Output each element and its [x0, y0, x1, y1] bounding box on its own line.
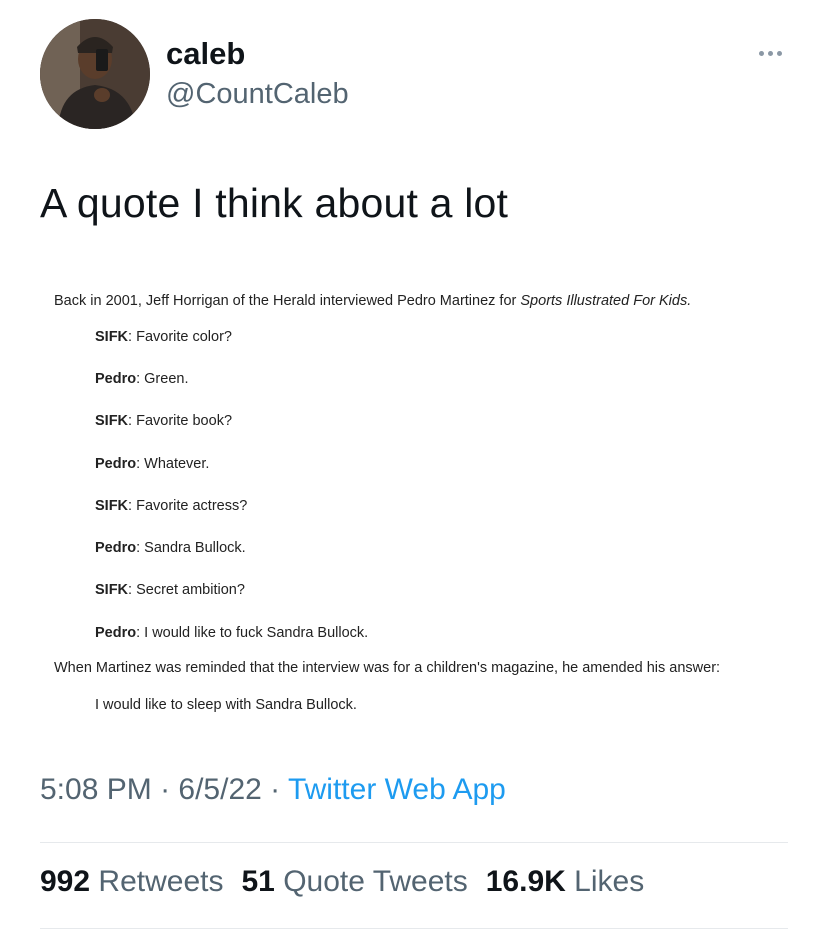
quote-amended: I would like to sleep with Sandra Bulloc…	[95, 697, 357, 713]
tweet-meta: 5:08 PM · 6/5/22 · Twitter Web App	[40, 773, 506, 807]
qa-text: : Favorite actress?	[128, 498, 248, 514]
qa-speaker: SIFK	[95, 582, 129, 598]
author-name[interactable]: caleb	[166, 36, 245, 72]
dot	[758, 50, 764, 56]
likes-count: 16.9K	[485, 865, 566, 898]
dot	[776, 50, 782, 56]
qa-speaker: Pedro	[95, 625, 137, 641]
qa-line: Pedro: Green.	[95, 371, 188, 387]
likes-label: Likes	[574, 865, 645, 898]
qa-line: SIFK: Favorite book?	[95, 413, 232, 429]
dot	[767, 50, 773, 56]
tweet-stats: 992 Retweets 51 Quote Tweets 16.9K Likes	[40, 865, 644, 899]
qa-line: SIFK: Favorite actress?	[95, 498, 247, 514]
retweets-stat[interactable]: 992 Retweets	[40, 865, 223, 899]
quote-followup: When Martinez was reminded that the inte…	[54, 660, 721, 676]
qa-text: : Sandra Bullock.	[136, 540, 246, 556]
avatar[interactable]	[40, 19, 150, 129]
quote-intro-text: Back in 2001, Jeff Horrigan of the Heral…	[54, 293, 521, 309]
tweet-time[interactable]: 5:08 PM	[40, 773, 152, 806]
qa-line: SIFK: Secret ambition?	[95, 582, 245, 598]
meta-separator: ·	[270, 773, 288, 806]
retweets-label: Retweets	[98, 865, 224, 898]
quote-intro: Back in 2001, Jeff Horrigan of the Heral…	[54, 293, 691, 309]
qa-speaker: Pedro	[95, 540, 137, 556]
tweet-source-app[interactable]: Twitter Web App	[288, 773, 506, 806]
qa-speaker: SIFK	[95, 413, 129, 429]
divider	[40, 928, 788, 929]
qa-text: : Secret ambition?	[128, 582, 245, 598]
tweet-date[interactable]: 6/5/22	[178, 773, 261, 806]
qa-text: : Favorite book?	[128, 413, 233, 429]
meta-separator: ·	[160, 773, 179, 806]
qa-text: : Favorite color?	[128, 329, 232, 345]
quote-image[interactable]: Back in 2001, Jeff Horrigan of the Heral…	[40, 275, 788, 735]
divider	[40, 842, 788, 843]
qa-text: : Whatever.	[136, 456, 210, 472]
quote-tweets-stat[interactable]: 51 Quote Tweets	[241, 865, 467, 899]
qa-speaker: Pedro	[95, 456, 137, 472]
quote-tweets-label: Quote Tweets	[283, 865, 468, 898]
author-handle[interactable]: @CountCaleb	[166, 78, 349, 111]
qa-text: : Green.	[136, 371, 189, 387]
qa-text: : I would like to fuck Sandra Bullock.	[136, 625, 369, 641]
avatar-photo-icon	[40, 19, 150, 129]
quote-publication: Sports Illustrated For Kids.	[520, 293, 692, 309]
qa-speaker: SIFK	[95, 329, 129, 345]
qa-line: Pedro: I would like to fuck Sandra Bullo…	[95, 625, 368, 641]
retweets-count: 992	[40, 865, 91, 898]
qa-line: SIFK: Favorite color?	[95, 329, 232, 345]
qa-line: Pedro: Whatever.	[95, 456, 209, 472]
qa-line: Pedro: Sandra Bullock.	[95, 540, 246, 556]
tweet-text: A quote I think about a lot	[40, 180, 509, 226]
more-options-icon[interactable]	[752, 41, 788, 65]
quote-tweets-count: 51	[241, 865, 275, 898]
qa-speaker: Pedro	[95, 371, 137, 387]
qa-speaker: SIFK	[95, 498, 129, 514]
likes-stat[interactable]: 16.9K Likes	[486, 865, 644, 899]
